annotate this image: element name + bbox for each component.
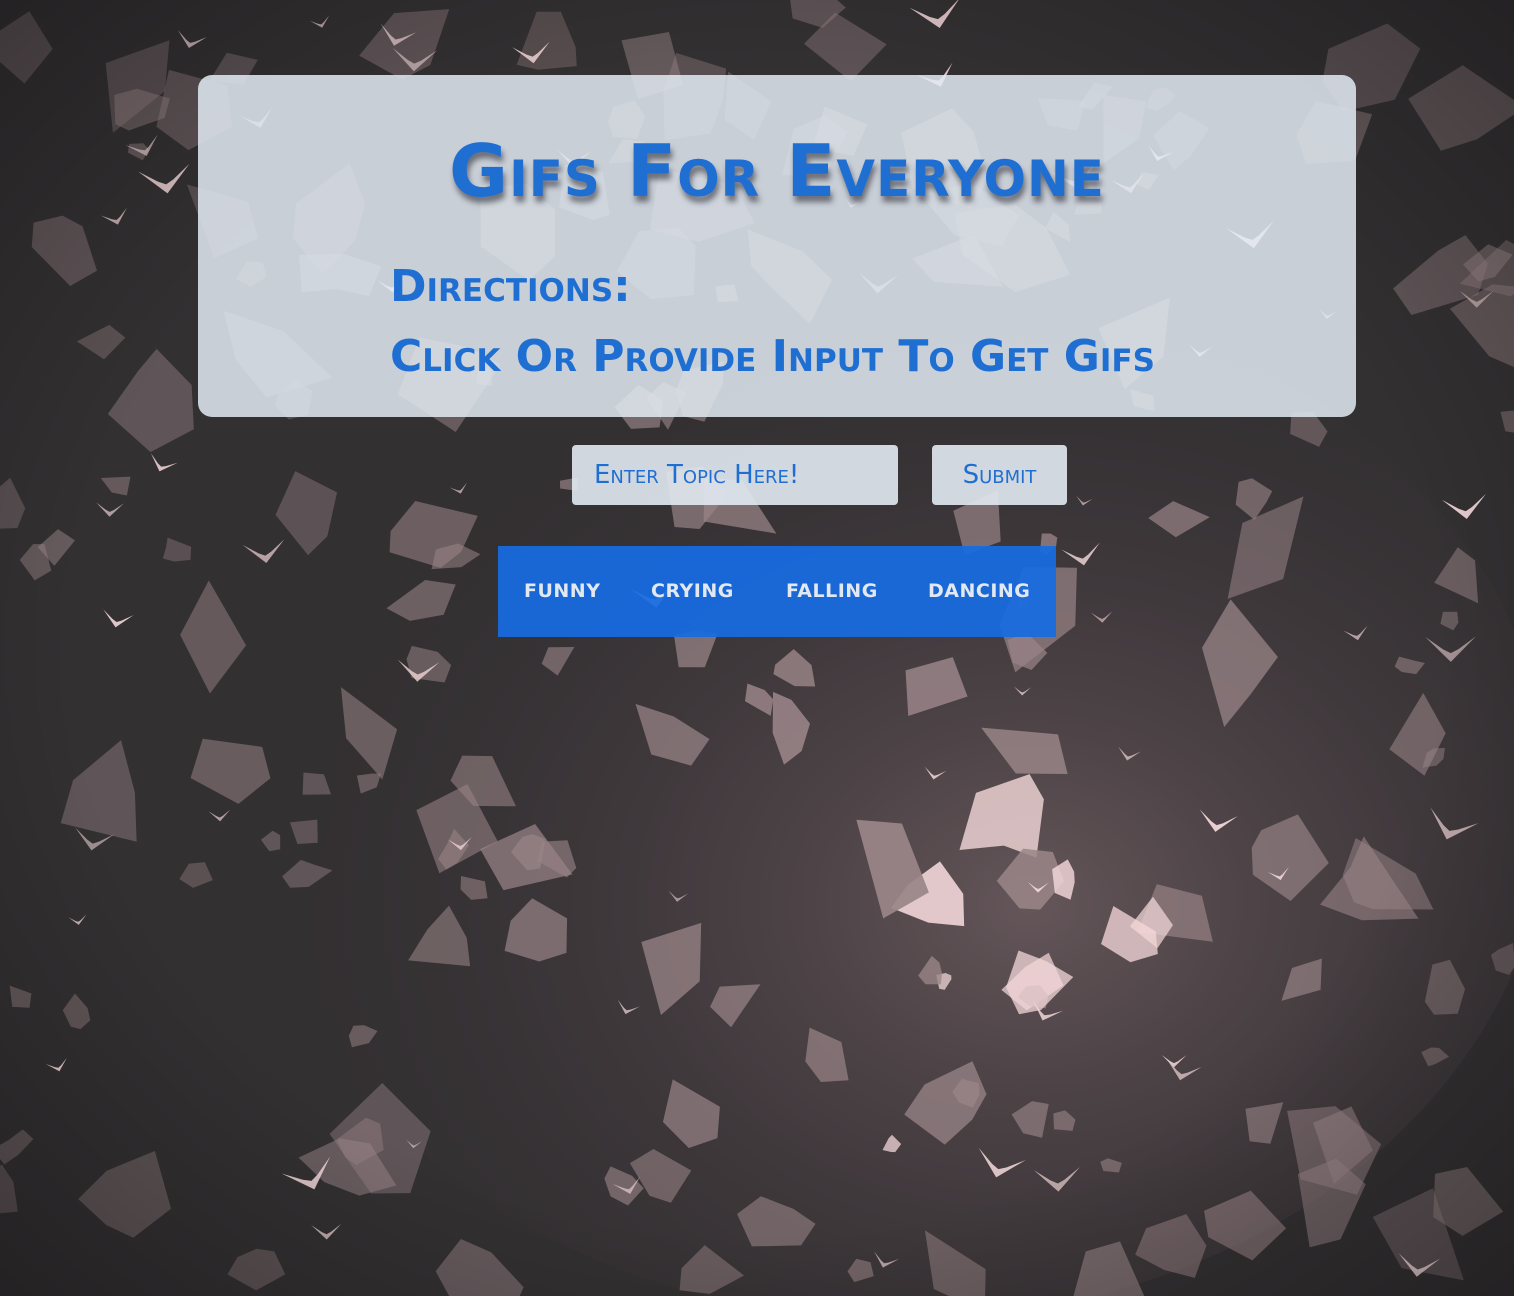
directions-heading: Directions: [390, 261, 631, 312]
topic-button-crying[interactable]: CRYING [651, 546, 734, 637]
topic-button-funny[interactable]: FUNNY [524, 546, 600, 637]
topic-button-dancing[interactable]: DANCING [928, 546, 1030, 637]
directions-text: Click Or Provide Input To Get Gifs [390, 331, 1155, 382]
submit-button[interactable]: Submit [932, 445, 1067, 505]
page-title: Gifs For Everyone [449, 129, 1105, 213]
topic-button-bar: FUNNY CRYING FALLING DANCING [498, 546, 1056, 637]
topic-button-falling[interactable]: FALLING [786, 546, 878, 637]
topic-input[interactable] [572, 445, 898, 505]
